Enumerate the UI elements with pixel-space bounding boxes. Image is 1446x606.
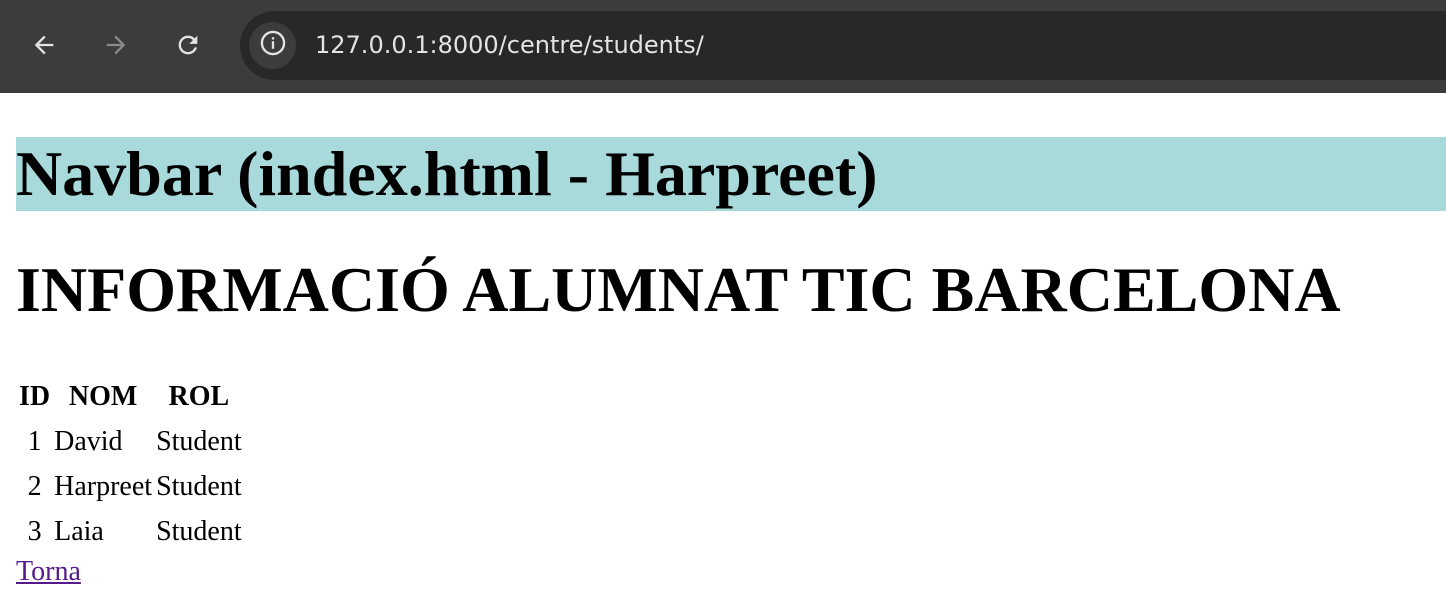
forward-arrow-icon — [102, 31, 130, 59]
cell-nom: Laia — [54, 516, 104, 547]
url-path: :8000/centre/students/ — [429, 31, 704, 59]
cell-nom: Harpreet — [54, 471, 153, 502]
site-info-button[interactable] — [249, 22, 296, 69]
back-arrow-icon — [30, 31, 58, 59]
students-table: ID NOM ROL 1 David Student 2 Harpreet St… — [16, 373, 245, 555]
back-button[interactable] — [21, 22, 67, 68]
cell-rol: Student — [156, 516, 242, 547]
reload-icon — [174, 31, 202, 59]
column-header-rol: ROL — [168, 381, 230, 412]
info-icon — [259, 29, 287, 62]
reload-button[interactable] — [165, 22, 211, 68]
address-bar[interactable]: 127.0.0.1:8000/centre/students/ — [240, 11, 1446, 80]
forward-button[interactable] — [93, 22, 139, 68]
browser-toolbar: 127.0.0.1:8000/centre/students/ — [0, 0, 1446, 93]
cell-id: 1 — [27, 426, 42, 457]
url-host: 127.0.0.1 — [315, 31, 430, 59]
back-link[interactable]: Torna — [16, 555, 81, 589]
page-content: Navbar (index.html - Harpreet) INFORMACI… — [0, 93, 1446, 606]
table-header-row: ID NOM ROL — [18, 375, 243, 418]
table-row: 3 Laia Student — [18, 510, 243, 553]
cell-id: 3 — [27, 516, 42, 547]
navbar: Navbar (index.html - Harpreet) — [16, 137, 1446, 211]
url-text[interactable]: 127.0.0.1:8000/centre/students/ — [315, 28, 704, 62]
table-row: 1 David Student — [18, 420, 243, 463]
page-title: INFORMACIÓ ALUMNAT TIC BARCELONA — [16, 254, 1341, 325]
table-row: 2 Harpreet Student — [18, 465, 243, 508]
cell-nom: David — [54, 426, 123, 457]
cell-rol: Student — [156, 471, 242, 502]
cell-rol: Student — [156, 426, 242, 457]
navbar-title: Navbar (index.html - Harpreet) — [16, 138, 878, 209]
column-header-id: ID — [19, 381, 51, 412]
column-header-nom: NOM — [68, 381, 138, 412]
cell-id: 2 — [27, 471, 42, 502]
